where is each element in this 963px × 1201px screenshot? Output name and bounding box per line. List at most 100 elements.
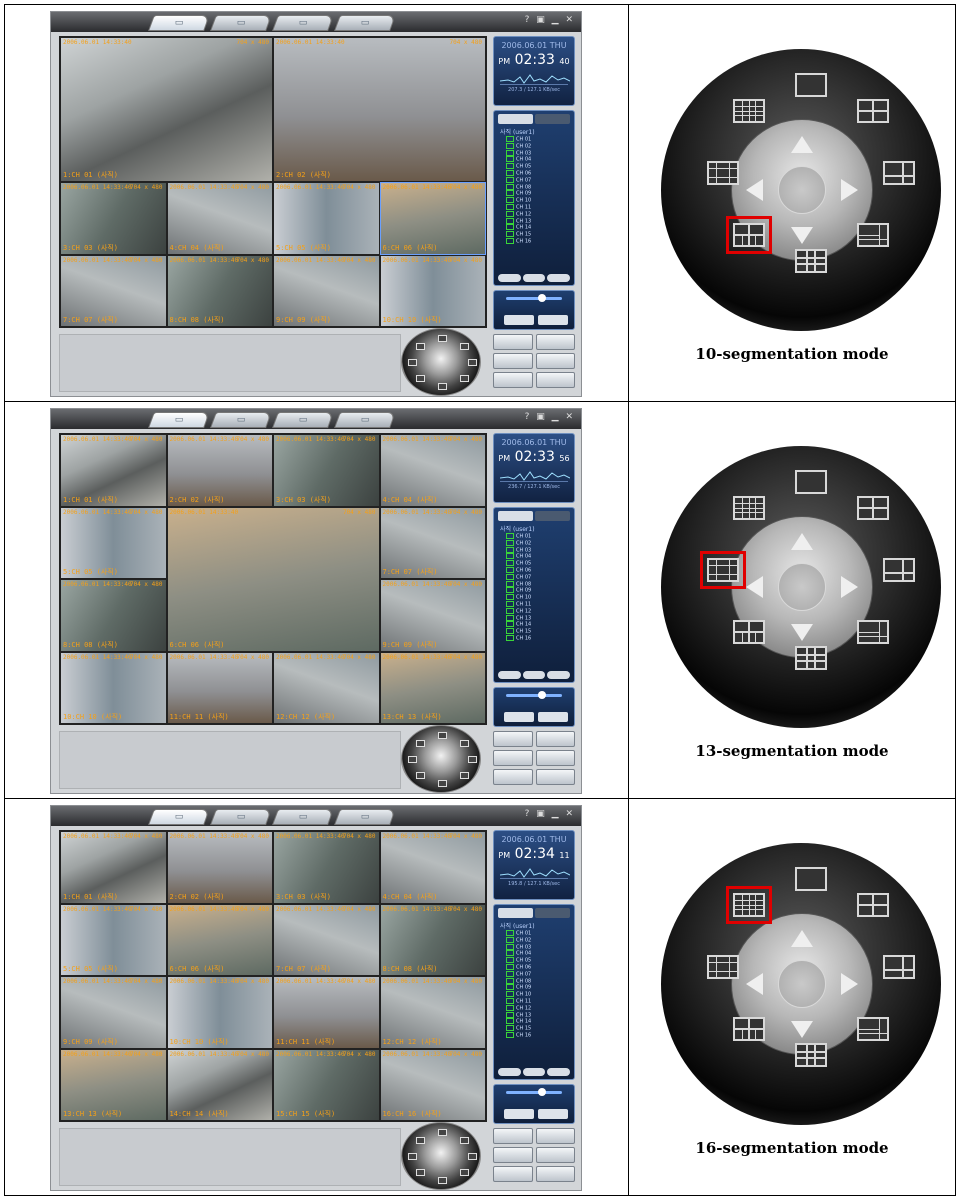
snapshot-button[interactable] <box>535 731 575 747</box>
tab-channels[interactable] <box>498 511 533 521</box>
channel-item[interactable]: CH 01 <box>506 136 574 143</box>
channel-item[interactable]: CH 15 <box>506 628 574 635</box>
layout-icon[interactable] <box>468 359 477 366</box>
channel-item[interactable]: CH 01 <box>506 533 574 540</box>
layout-g16-icon[interactable] <box>733 99 765 123</box>
channel-item[interactable]: CH 10 <box>506 594 574 601</box>
channel-item[interactable]: CH 02 <box>506 142 574 150</box>
layout-g8-icon[interactable] <box>857 223 889 247</box>
camera-tile[interactable]: 2006.06.01 14:33:40 704 x 480 11:CH 11 (사직… <box>167 652 272 723</box>
channel-item[interactable]: CH 05 <box>506 957 574 964</box>
channel-item[interactable]: CH 16 <box>506 237 574 245</box>
volume-knob[interactable] <box>538 1088 546 1096</box>
channel-item[interactable]: CH 08 <box>506 977 574 985</box>
tab-channels[interactable] <box>498 114 533 124</box>
delete-button[interactable] <box>535 372 575 388</box>
camera-tile[interactable]: 2006.06.01 14:33:40 704 x 480 1:CH 01 (사직) <box>61 38 272 181</box>
camera-tile[interactable]: 2006.06.01 14:33:40 704 x 480 10:CH 10 (사직… <box>167 977 272 1048</box>
camera-button[interactable] <box>535 353 575 369</box>
layout-g1-icon[interactable] <box>795 867 827 891</box>
camera-tile[interactable]: 2006.06.01 14:33:40 704 x 480 3:CH 03 (사직) <box>274 435 379 506</box>
layout-icon[interactable] <box>438 1177 447 1184</box>
channel-item[interactable]: CH 07 <box>506 573 574 581</box>
camera-tile[interactable]: 2006.06.01 14:33:40 704 x 480 2:CH 02 (사직) <box>274 38 485 181</box>
channel-item[interactable]: CH 15 <box>506 231 574 238</box>
volume-slider[interactable] <box>506 694 562 697</box>
record-button[interactable] <box>493 1128 533 1144</box>
tab-search[interactable]: ▭ <box>210 412 272 428</box>
channel-item[interactable]: CH 16 <box>506 1031 574 1039</box>
ptz-button[interactable] <box>547 671 571 679</box>
arrow-left-icon[interactable] <box>746 973 763 995</box>
channel-item[interactable]: CH 03 <box>506 546 574 554</box>
channel-tree-root[interactable]: 사직 (user1) <box>500 127 574 136</box>
layout-icon[interactable] <box>438 335 447 342</box>
layout-icon[interactable] <box>416 1169 425 1176</box>
snapshot-button[interactable] <box>535 1128 575 1144</box>
camera-tile[interactable]: 2006.06.01 14:33:40 704 x 480 6:CH 06 (사직) <box>379 182 486 255</box>
camera-tile[interactable]: 2006.06.01 14:33:40 704 x 480 9:CH 09 (사직) <box>274 255 379 326</box>
mute-button[interactable] <box>538 315 568 325</box>
tab-log[interactable]: ▭ <box>334 809 396 825</box>
ptz-button[interactable] <box>547 1068 571 1076</box>
delete-button[interactable] <box>535 769 575 785</box>
layout-g6-icon[interactable] <box>883 955 915 979</box>
tab-setup[interactable]: ▭ <box>272 809 334 825</box>
channel-item[interactable]: CH 09 <box>506 190 574 197</box>
channel-item[interactable]: CH 01 <box>506 930 574 937</box>
camera-tile[interactable]: 2006.06.01 14:33:40 704 x 480 12:CH 12 (사직… <box>274 652 379 723</box>
layout-icon[interactable] <box>416 343 425 350</box>
channel-item[interactable]: CH 14 <box>506 1018 574 1025</box>
camera-tile[interactable]: 2006.06.01 14:33:40 704 x 480 13:CH 13 (사직… <box>61 1049 166 1120</box>
layout-icon[interactable] <box>438 383 447 390</box>
layout-icon[interactable] <box>408 756 417 763</box>
channel-item[interactable]: CH 02 <box>506 936 574 944</box>
camera-button[interactable] <box>535 1147 575 1163</box>
print-button[interactable] <box>493 353 533 369</box>
camera-tile[interactable]: 2006.06.01 14:33:40 704 x 480 6:CH 06 (사직) <box>167 507 379 651</box>
layout-icon[interactable] <box>460 375 469 382</box>
channel-item[interactable]: CH 11 <box>506 600 574 608</box>
layout-icon[interactable] <box>408 359 417 366</box>
camera-tile[interactable]: 2006.06.01 14:33:40 704 x 480 4:CH 04 (사직) <box>167 183 272 254</box>
layout-g13-icon[interactable] <box>707 955 739 979</box>
arrow-right-icon[interactable] <box>841 179 858 201</box>
channel-item[interactable]: CH 06 <box>506 963 574 971</box>
camera-tile[interactable]: 2006.06.01 14:33:40 704 x 480 1:CH 01 (사직) <box>61 435 166 506</box>
camera-tile[interactable]: 2006.06.01 14:33:40 704 x 480 8:CH 08 (사직) <box>380 904 485 975</box>
channel-item[interactable]: CH 08 <box>506 580 574 588</box>
phone-button[interactable] <box>493 769 533 785</box>
channel-item[interactable]: CH 08 <box>506 183 574 191</box>
mute-button[interactable] <box>538 1109 568 1119</box>
camera-tile[interactable]: 2006.06.01 14:33:40 704 x 480 4:CH 04 (사직) <box>380 435 485 506</box>
layout-g8-icon[interactable] <box>857 1017 889 1041</box>
camera-tile[interactable]: 2006.06.01 14:33:40 704 x 480 13:CH 13 (사직… <box>380 652 485 723</box>
tab-groups[interactable] <box>535 908 570 918</box>
channel-item[interactable]: CH 05 <box>506 560 574 567</box>
channel-item[interactable]: CH 06 <box>506 169 574 177</box>
arrow-right-icon[interactable] <box>841 576 858 598</box>
channel-item[interactable]: CH 04 <box>506 553 574 560</box>
channel-item[interactable]: CH 03 <box>506 943 574 951</box>
tab-search[interactable]: ▭ <box>210 15 272 31</box>
arrow-left-icon[interactable] <box>746 576 763 598</box>
camera-tile[interactable]: 2006.06.01 14:33:40 704 x 480 1:CH 01 (사직) <box>61 832 166 903</box>
phone-button[interactable] <box>493 1166 533 1182</box>
layout-g1-icon[interactable] <box>795 73 827 97</box>
audio-button[interactable] <box>504 315 534 325</box>
ptz-button[interactable] <box>498 671 521 679</box>
layout-joystick[interactable] <box>401 328 481 396</box>
layout-dial[interactable] <box>661 843 941 1125</box>
channel-item[interactable]: CH 11 <box>506 203 574 211</box>
layout-g10-icon[interactable] <box>733 1017 765 1041</box>
dpad-center-button[interactable] <box>778 563 826 611</box>
camera-tile[interactable]: 2006.06.01 14:33:40 704 x 480 15:CH 15 (사직… <box>274 1049 379 1120</box>
camera-tile[interactable]: 2006.06.01 14:33:40 704 x 480 4:CH 04 (사직) <box>380 832 485 903</box>
layout-icon[interactable] <box>460 343 469 350</box>
camera-tile[interactable]: 2006.06.01 14:33:40 704 x 480 3:CH 03 (사직) <box>274 832 379 903</box>
layout-icon[interactable] <box>468 1153 477 1160</box>
channel-item[interactable]: CH 13 <box>506 614 574 622</box>
layout-g1-icon[interactable] <box>795 470 827 494</box>
ptz-button[interactable] <box>522 1068 546 1076</box>
volume-slider[interactable] <box>506 1091 562 1094</box>
